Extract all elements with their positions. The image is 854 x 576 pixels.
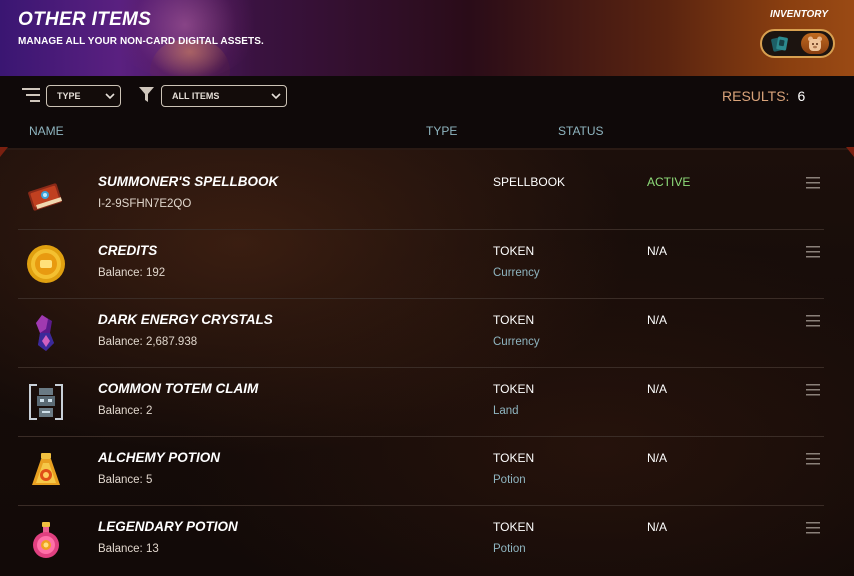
item-balance: Balance: 5 bbox=[98, 474, 153, 486]
chevron-down-icon bbox=[105, 93, 115, 100]
chevron-down-icon bbox=[271, 93, 281, 100]
page-title: OTHER ITEMS bbox=[18, 9, 152, 30]
results-summary: RESULTS: 6 bbox=[722, 88, 805, 104]
item-id: I-2-9SFHN7E2QO bbox=[98, 198, 192, 210]
item-name[interactable]: COMMON TOTEM CLAIM bbox=[98, 381, 258, 396]
hamburger-menu-icon[interactable] bbox=[806, 246, 820, 258]
item-balance: Balance: 2,687.938 bbox=[98, 336, 198, 348]
item-balance: Balance: 192 bbox=[98, 267, 166, 279]
item-balance: Balance: 2 bbox=[98, 405, 153, 417]
type-select[interactable]: TYPE bbox=[46, 85, 121, 107]
list-corner-decoration bbox=[0, 147, 8, 157]
hamburger-menu-icon[interactable] bbox=[806, 384, 820, 396]
page-subtitle: MANAGE ALL YOUR NON-CARD DIGITAL ASSETS. bbox=[18, 36, 264, 47]
funnel-icon[interactable] bbox=[139, 87, 154, 103]
item-name[interactable]: SUMMONER'S SPELLBOOK bbox=[98, 174, 278, 189]
totem-icon bbox=[29, 384, 63, 420]
list-item[interactable]: CREDITS Balance: 192 TOKEN Currency N/A bbox=[18, 230, 824, 299]
cards-icon bbox=[771, 35, 789, 52]
item-balance: Balance: 13 bbox=[98, 543, 159, 555]
results-count: 6 bbox=[797, 88, 806, 104]
hamburger-menu-icon[interactable] bbox=[806, 522, 820, 534]
spellbook-icon bbox=[28, 183, 63, 211]
column-header-type[interactable]: TYPE bbox=[426, 124, 457, 138]
list-item[interactable]: DARK ENERGY CRYSTALS Balance: 2,687.938 … bbox=[18, 299, 824, 368]
item-status: ACTIVE bbox=[647, 175, 691, 189]
hamburger-menu-icon[interactable] bbox=[806, 177, 820, 189]
hamburger-menu-icon[interactable] bbox=[806, 453, 820, 465]
list-item[interactable]: LEGENDARY POTION Balance: 13 TOKEN Potio… bbox=[18, 506, 824, 575]
page-header: OTHER ITEMS MANAGE ALL YOUR NON-CARD DIG… bbox=[0, 0, 854, 76]
item-type: TOKEN bbox=[493, 451, 535, 465]
item-name[interactable]: ALCHEMY POTION bbox=[98, 450, 220, 465]
item-status: N/A bbox=[647, 244, 668, 258]
item-status: N/A bbox=[647, 382, 668, 396]
column-header-status[interactable]: STATUS bbox=[558, 124, 604, 138]
cards-toggle-button[interactable] bbox=[766, 33, 795, 54]
crystal-icon bbox=[36, 315, 54, 351]
item-name[interactable]: LEGENDARY POTION bbox=[98, 519, 238, 534]
list-corner-decoration bbox=[846, 147, 854, 157]
item-type: TOKEN bbox=[493, 244, 535, 258]
credits-coin-icon bbox=[27, 245, 65, 283]
items-toggle-button[interactable] bbox=[800, 33, 829, 54]
list-item[interactable]: COMMON TOTEM CLAIM Balance: 2 TOKEN Land… bbox=[18, 368, 824, 437]
item-type: TOKEN bbox=[493, 382, 535, 396]
item-status: N/A bbox=[647, 451, 668, 465]
item-subtype: Currency bbox=[493, 267, 540, 279]
inventory-toggle[interactable] bbox=[760, 29, 835, 58]
column-header-name[interactable]: NAME bbox=[29, 124, 64, 138]
item-type: TOKEN bbox=[493, 520, 535, 534]
alchemy-potion-icon bbox=[32, 453, 60, 485]
item-status: N/A bbox=[647, 520, 668, 534]
item-status: N/A bbox=[647, 313, 668, 327]
list-item[interactable]: SUMMONER'S SPELLBOOK I-2-9SFHN7E2QO SPEL… bbox=[18, 161, 824, 230]
list-item[interactable]: ALCHEMY POTION Balance: 5 TOKEN Potion N… bbox=[18, 437, 824, 506]
legendary-potion-icon bbox=[33, 522, 59, 558]
results-label: RESULTS: bbox=[722, 88, 790, 104]
item-subtype: Land bbox=[493, 405, 519, 417]
items-bear-icon bbox=[807, 36, 822, 51]
item-subtype: Potion bbox=[493, 543, 526, 555]
items-select[interactable]: ALL ITEMS bbox=[161, 85, 287, 107]
sort-lines-icon[interactable] bbox=[22, 88, 40, 102]
item-subtype: Currency bbox=[493, 336, 540, 348]
item-subtype: Potion bbox=[493, 474, 526, 486]
items-select-value: ALL ITEMS bbox=[172, 91, 220, 101]
item-type: TOKEN bbox=[493, 313, 535, 327]
inventory-label: INVENTORY bbox=[770, 9, 828, 20]
item-name[interactable]: DARK ENERGY CRYSTALS bbox=[98, 312, 273, 327]
item-type: SPELLBOOK bbox=[493, 175, 566, 189]
hamburger-menu-icon[interactable] bbox=[806, 315, 820, 327]
type-select-value: TYPE bbox=[57, 91, 81, 101]
item-name[interactable]: CREDITS bbox=[98, 243, 157, 258]
